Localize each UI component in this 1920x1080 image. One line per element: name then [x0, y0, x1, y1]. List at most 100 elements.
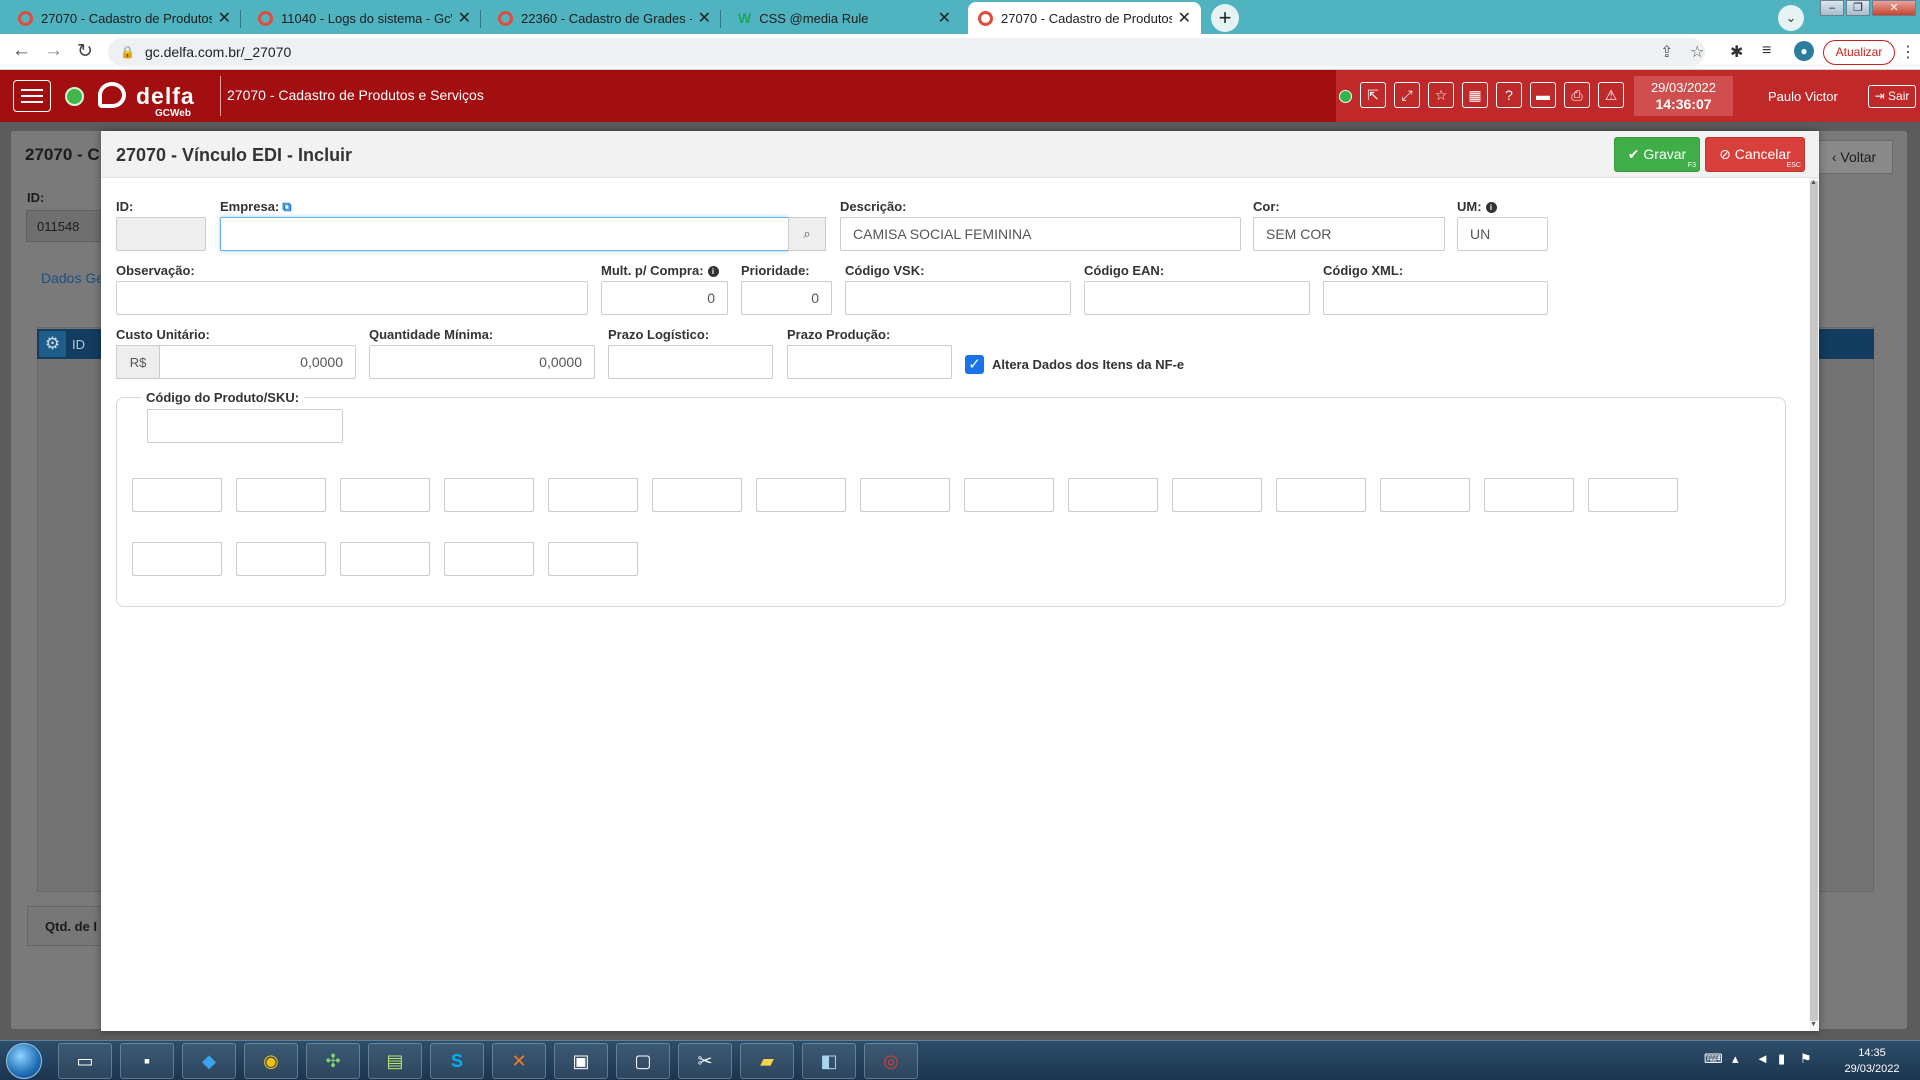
logout-button[interactable]: ⇥ Sair: [1868, 85, 1916, 108]
prazo-logistico-input[interactable]: [608, 345, 773, 379]
close-tab-icon[interactable]: ✕: [458, 8, 471, 28]
altera-dados-label[interactable]: Altera Dados dos Itens da NF-e: [992, 357, 1184, 372]
scroll-up-icon[interactable]: ▲: [1810, 179, 1817, 186]
url-bar[interactable]: 🔒 gc.delfa.com.br/_27070 ⇪ ☆: [108, 38, 1705, 66]
mult-compra-input[interactable]: 0: [601, 281, 728, 315]
grade-size-input[interactable]: [236, 478, 326, 512]
favorite-star-icon[interactable]: ☆: [1428, 82, 1454, 108]
custo-unitario-input[interactable]: 0,0000: [159, 345, 356, 379]
sku-code-input[interactable]: [147, 409, 343, 443]
hamburger-menu-icon[interactable]: [13, 80, 51, 112]
close-tab-icon[interactable]: ✕: [698, 8, 711, 28]
keyboard-icon[interactable]: ⌨: [1704, 1051, 1723, 1067]
grade-size-input[interactable]: [964, 478, 1054, 512]
file-explorer-icon[interactable]: ▭: [58, 1043, 112, 1079]
codigo-xml-input[interactable]: [1323, 281, 1548, 315]
snipping-tool-icon[interactable]: ✂: [678, 1043, 732, 1079]
grade-size-input[interactable]: [1068, 478, 1158, 512]
grade-size-input[interactable]: [1588, 478, 1678, 512]
grade-size-input[interactable]: [756, 478, 846, 512]
empresa-input[interactable]: [220, 217, 789, 251]
warning-icon[interactable]: ⚠: [1598, 82, 1624, 108]
print-icon[interactable]: ⎙: [1564, 82, 1590, 108]
anydesk-icon[interactable]: ◎: [864, 1043, 918, 1079]
profile-avatar-icon[interactable]: ●: [1794, 41, 1814, 61]
skype-icon[interactable]: S: [430, 1043, 484, 1079]
chat-icon[interactable]: ▬: [1530, 82, 1556, 108]
quantidade-minima-input[interactable]: 0,0000: [369, 345, 595, 379]
grade-size-input[interactable]: [652, 478, 742, 512]
fullscreen-icon[interactable]: ⤢: [1394, 82, 1420, 108]
observacao-input[interactable]: [116, 281, 588, 315]
search-icon[interactable]: ⌕: [788, 217, 826, 251]
minimize-icon[interactable]: –: [1820, 0, 1844, 16]
grade-size-input[interactable]: [1380, 478, 1470, 512]
folder-icon[interactable]: ▰: [740, 1043, 794, 1079]
network-tool-icon[interactable]: ✣: [306, 1043, 360, 1079]
restore-icon[interactable]: ❐: [1846, 0, 1870, 16]
grade-size-input[interactable]: [444, 478, 534, 512]
volume-icon[interactable]: ◄: [1756, 1051, 1769, 1066]
grade-size-input[interactable]: [860, 478, 950, 512]
network-icon[interactable]: ▮: [1778, 1051, 1785, 1067]
grade-size-input[interactable]: [1484, 478, 1574, 512]
codigo-vsk-input[interactable]: [845, 281, 1071, 315]
grade-size-input[interactable]: [132, 542, 222, 576]
browser-tab[interactable]: W CSS @media Rule ✕: [728, 2, 961, 34]
codigo-ean-input[interactable]: [1084, 281, 1310, 315]
computer-icon[interactable]: ▢: [616, 1043, 670, 1079]
external-link-icon[interactable]: ⇱: [1360, 82, 1386, 108]
grade-size-input[interactable]: [548, 478, 638, 512]
cancel-button[interactable]: ⊘ Cancelar ESC: [1705, 137, 1805, 172]
close-tab-icon[interactable]: ✕: [938, 8, 951, 28]
command-prompt-icon[interactable]: ▪: [120, 1043, 174, 1079]
action-center-flag-icon[interactable]: ⚑: [1800, 1051, 1812, 1067]
close-window-icon[interactable]: ✕: [1872, 0, 1916, 16]
browser-tab[interactable]: 22360 - Cadastro de Grades - De ✕: [488, 2, 721, 34]
grade-size-input[interactable]: [340, 542, 430, 576]
browser-tab[interactable]: 27070 - Cadastro de Produtos e S ✕: [8, 2, 241, 34]
info-icon[interactable]: i: [1485, 202, 1497, 213]
grade-size-input[interactable]: [444, 542, 534, 576]
grade-size-input[interactable]: [548, 542, 638, 576]
modal-scrollbar-thumb[interactable]: [1810, 181, 1818, 1021]
lock-icon[interactable]: 🔒: [120, 45, 135, 59]
grade-size-input[interactable]: [1172, 478, 1262, 512]
bookmark-star-icon[interactable]: ☆: [1690, 42, 1704, 62]
help-icon[interactable]: ?: [1496, 82, 1522, 108]
extensions-puzzle-icon[interactable]: ✱: [1730, 42, 1743, 62]
browser-tab-active[interactable]: 27070 - Cadastro de Produtos e S ✕: [968, 2, 1201, 34]
more-menu-icon[interactable]: ⋮: [1900, 42, 1916, 62]
grade-size-input[interactable]: [236, 542, 326, 576]
info-icon[interactable]: i: [707, 266, 719, 277]
windows-start-icon[interactable]: [6, 1043, 42, 1079]
notepad-icon[interactable]: ▤: [368, 1043, 422, 1079]
share-icon[interactable]: ⇪: [1660, 42, 1673, 62]
close-tab-icon[interactable]: ✕: [1178, 8, 1191, 28]
save-button[interactable]: ✔ Gravar F3: [1614, 137, 1700, 172]
remote-desktop-icon[interactable]: ▣: [554, 1043, 608, 1079]
new-tab-button[interactable]: +: [1211, 4, 1239, 32]
calendar-icon[interactable]: ▦: [1462, 82, 1488, 108]
grade-size-input[interactable]: [132, 478, 222, 512]
grade-size-input[interactable]: [340, 478, 430, 512]
browser-tab[interactable]: 11040 - Logs do sistema - GcWe ✕: [248, 2, 481, 34]
external-link-icon[interactable]: ⧉: [282, 199, 291, 214]
back-arrow-icon[interactable]: ←: [12, 40, 31, 62]
user-name[interactable]: Paulo Victor: [1768, 89, 1838, 104]
tab-search-chevron-icon[interactable]: ⌄: [1778, 5, 1804, 31]
forward-arrow-icon[interactable]: →: [44, 40, 63, 62]
grade-size-input[interactable]: [1276, 478, 1366, 512]
close-tab-icon[interactable]: ✕: [218, 8, 231, 28]
prazo-producao-input[interactable]: [787, 345, 952, 379]
xampp-icon[interactable]: ✕: [492, 1043, 546, 1079]
reload-icon[interactable]: ↻: [77, 40, 93, 63]
chrome-icon[interactable]: ◉: [244, 1043, 298, 1079]
vscode-icon[interactable]: ◆: [182, 1043, 236, 1079]
altera-dados-checkbox[interactable]: ✓: [965, 355, 984, 374]
scroll-down-icon[interactable]: ▼: [1810, 1021, 1817, 1028]
prioridade-input[interactable]: 0: [741, 281, 832, 315]
update-browser-button[interactable]: Atualizar: [1823, 40, 1895, 65]
editor-icon[interactable]: ◧: [802, 1043, 856, 1079]
show-hidden-icons-icon[interactable]: ▴: [1732, 1051, 1739, 1067]
